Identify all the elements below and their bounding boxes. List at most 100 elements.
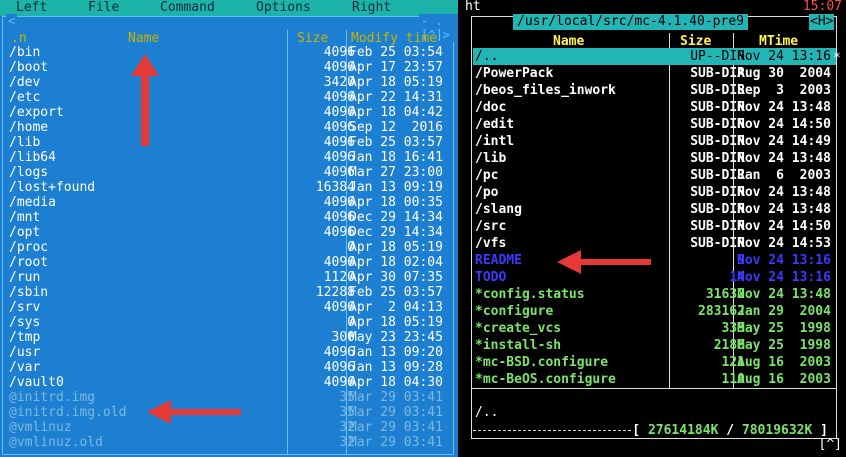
file-modify-time: Jan 13 09:19 — [349, 180, 443, 195]
file-name: /slang — [475, 202, 522, 217]
table-row[interactable]: *install-sh 2186 May 25 1998 — [473, 337, 836, 354]
file-name: /proc — [9, 240, 49, 255]
footer-dashes — [473, 430, 631, 432]
table-row[interactable]: /proc 0 Apr 18 05:19 — [9, 240, 451, 255]
table-row[interactable]: /srv 4096 Apr 2 04:13 — [9, 300, 451, 315]
file-mtime: Aug 30 2004 — [737, 66, 831, 81]
file-name: @vmlinuz — [9, 420, 72, 435]
bracket-open: [ — [632, 423, 648, 438]
table-row[interactable]: /doc SUB-DIR Nov 24 13:48 — [473, 99, 836, 116]
table-row[interactable]: *config.status 31632 Nov 24 13:48 — [473, 286, 836, 303]
table-row[interactable]: /po SUB-DIR Nov 24 13:48 — [473, 184, 836, 201]
table-row[interactable]: @initrd.img.old 35 Mar 29 03:41 — [9, 405, 451, 420]
menu-left[interactable]: Left — [16, 0, 47, 16]
file-modify-time: May 23 23:45 — [349, 330, 443, 345]
file-name: /.. — [475, 49, 499, 64]
table-row[interactable]: /slang SUB-DIR Nov 24 13:48 — [473, 201, 836, 218]
file-modify-time: Dec 29 14:34 — [349, 210, 443, 225]
table-row[interactable]: @initrd.img 35 Mar 29 03:41 — [9, 390, 451, 405]
file-name: *install-sh — [475, 338, 562, 353]
history-button[interactable]: <H> — [809, 14, 835, 30]
table-row[interactable]: /sys 0 Apr 18 05:19 — [9, 315, 451, 330]
menu-options[interactable]: Options — [256, 0, 311, 16]
file-name: /tmp — [9, 330, 41, 345]
table-row[interactable]: /beos_files_inwork SUB-DIR Sep 3 2003 — [473, 82, 836, 99]
table-row[interactable]: /export 4096 Apr 18 04:42 — [9, 105, 451, 120]
file-name: /srv — [9, 300, 41, 315]
menu-right[interactable]: Right — [352, 0, 391, 16]
table-row[interactable]: /lib 4096 Feb 25 03:57 — [9, 135, 451, 150]
table-row[interactable]: /home 4096 Sep 12 2016 — [9, 120, 451, 135]
table-row[interactable]: *mc-BeOS.configure 110 Aug 16 2003 — [473, 371, 836, 388]
table-row[interactable]: /dev 3420 Apr 18 05:19 — [9, 75, 451, 90]
table-row[interactable]: /intl SUB-DIR Nov 24 14:49 — [473, 133, 836, 150]
table-row[interactable]: /bin 4096 Feb 25 03:54 — [9, 45, 451, 60]
file-mtime: Nov 24 13:16 — [737, 253, 831, 268]
table-row[interactable]: /lib SUB-DIR Nov 24 13:48 — [473, 150, 836, 167]
column-header-size[interactable]: Size — [680, 34, 711, 49]
file-name: README — [475, 253, 522, 268]
table-row[interactable]: /pc SUB-DIR Jan 6 2003 — [473, 167, 836, 184]
table-row[interactable]: /opt 4096 Dec 29 14:34 — [9, 225, 451, 240]
menu-file[interactable]: File — [88, 0, 119, 16]
table-row[interactable]: @vmlinuz 32 Mar 29 03:41 — [9, 420, 451, 435]
panel-path-title: /usr/local/src/mc-4.1.40-pre9 — [513, 14, 748, 30]
table-row[interactable]: *create_vcs 339 May 25 1998 — [473, 320, 836, 337]
disk-free-indicator: [ 27614184K / 78019632K ] — [632, 423, 828, 439]
table-row[interactable]: /usr 4096 Jan 13 09:20 — [9, 345, 451, 360]
column-header-modify-time[interactable]: Modify time — [351, 31, 437, 46]
panel-left-control[interactable]: < — [6, 14, 18, 28]
table-row[interactable]: /logs 4096 Mar 27 23:00 — [9, 165, 451, 180]
table-row[interactable]: /vfs SUB-DIR Nov 24 14:53 — [473, 235, 836, 252]
file-name: /logs — [9, 165, 49, 180]
file-name: /intl — [475, 134, 515, 149]
file-name: *config.status — [475, 287, 585, 302]
file-modify-time: Mar 29 03:41 — [349, 435, 443, 450]
table-row[interactable]: /media 4096 Apr 18 00:35 — [9, 195, 451, 210]
column-sort-indicator[interactable]: .n — [11, 31, 27, 46]
menu-command[interactable]: Command — [160, 0, 215, 16]
table-row[interactable]: /lib64 4096 Jan 18 16:41 — [9, 150, 451, 165]
table-row[interactable]: /vault0 4096 Apr 18 04:30 — [9, 375, 451, 390]
file-name: /boot — [9, 60, 49, 75]
file-name: /vfs — [475, 236, 507, 251]
table-row[interactable]: /var 4096 Jan 13 09:28 — [9, 360, 451, 375]
table-row[interactable]: /etc 4096 Apr 22 14:31 — [9, 90, 451, 105]
table-row[interactable]: /edit SUB-DIR Nov 24 14:50 — [473, 116, 836, 133]
table-row[interactable]: @vmlinuz.old 32 Mar 29 03:41 — [9, 435, 451, 450]
table-row[interactable]: /mnt 4096 Dec 29 14:34 — [9, 210, 451, 225]
file-modify-time: Mar 29 03:41 — [349, 405, 443, 420]
file-name: /home — [9, 120, 49, 135]
table-row[interactable]: /PowerPack SUB-DIR Aug 30 2004 — [473, 65, 836, 82]
table-row-selected[interactable]: /.. UP--DIR Nov 24 13:16 — [473, 48, 836, 65]
disk-free-separator: / — [718, 423, 742, 438]
table-row[interactable]: /lost+found 16384 Jan 13 09:19 — [9, 180, 451, 195]
column-header-name[interactable]: Name — [128, 31, 159, 46]
menu-bar: Left File Command Options Right — [0, 0, 458, 16]
panel-corner-control[interactable]: [^] — [819, 437, 842, 453]
table-row[interactable]: /root 4096 Apr 18 02:04 — [9, 255, 451, 270]
table-row[interactable]: *configure 283162 Jan 29 2004 — [473, 303, 836, 320]
file-modify-time: Apr 18 05:19 — [349, 240, 443, 255]
table-row[interactable]: /tmp 300 May 23 23:45 — [9, 330, 451, 345]
table-row[interactable]: TODO 14 Nov 24 13:16 — [473, 269, 836, 286]
table-row[interactable]: *mc-BSD.configure 121 Aug 16 2003 — [473, 354, 836, 371]
table-row[interactable]: /boot 4096 Apr 17 23:57 — [9, 60, 451, 75]
bracket-close: ] — [812, 423, 828, 438]
right-file-panel[interactable]: ht 15:07 /usr/local/src/mc-4.1.40-pre9 <… — [463, 0, 846, 457]
file-modify-time: Apr 17 23:57 — [349, 60, 443, 75]
file-modify-time: Apr 18 05:19 — [349, 315, 443, 330]
table-row[interactable]: /src SUB-DIR Nov 24 14:50 — [473, 218, 836, 235]
file-modify-time: Mar 29 03:41 — [349, 390, 443, 405]
column-header-mtime[interactable]: MTime — [759, 34, 798, 49]
file-name: @initrd.img — [9, 390, 96, 405]
column-header-size[interactable]: Size — [297, 31, 328, 46]
table-row[interactable]: /run 1120 Apr 30 07:35 — [9, 270, 451, 285]
file-modify-time: Apr 18 00:35 — [349, 195, 443, 210]
left-file-panel[interactable]: Left File Command Options Right < - .[^]… — [0, 0, 458, 457]
file-mtime: Nov 24 13:48 — [737, 100, 831, 115]
table-row[interactable]: /sbin 12288 Feb 25 03:57 — [9, 285, 451, 300]
selection-marker: * — [833, 51, 841, 66]
column-header-name[interactable]: Name — [553, 34, 584, 49]
table-row[interactable]: README 9 Nov 24 13:16 — [473, 252, 836, 269]
